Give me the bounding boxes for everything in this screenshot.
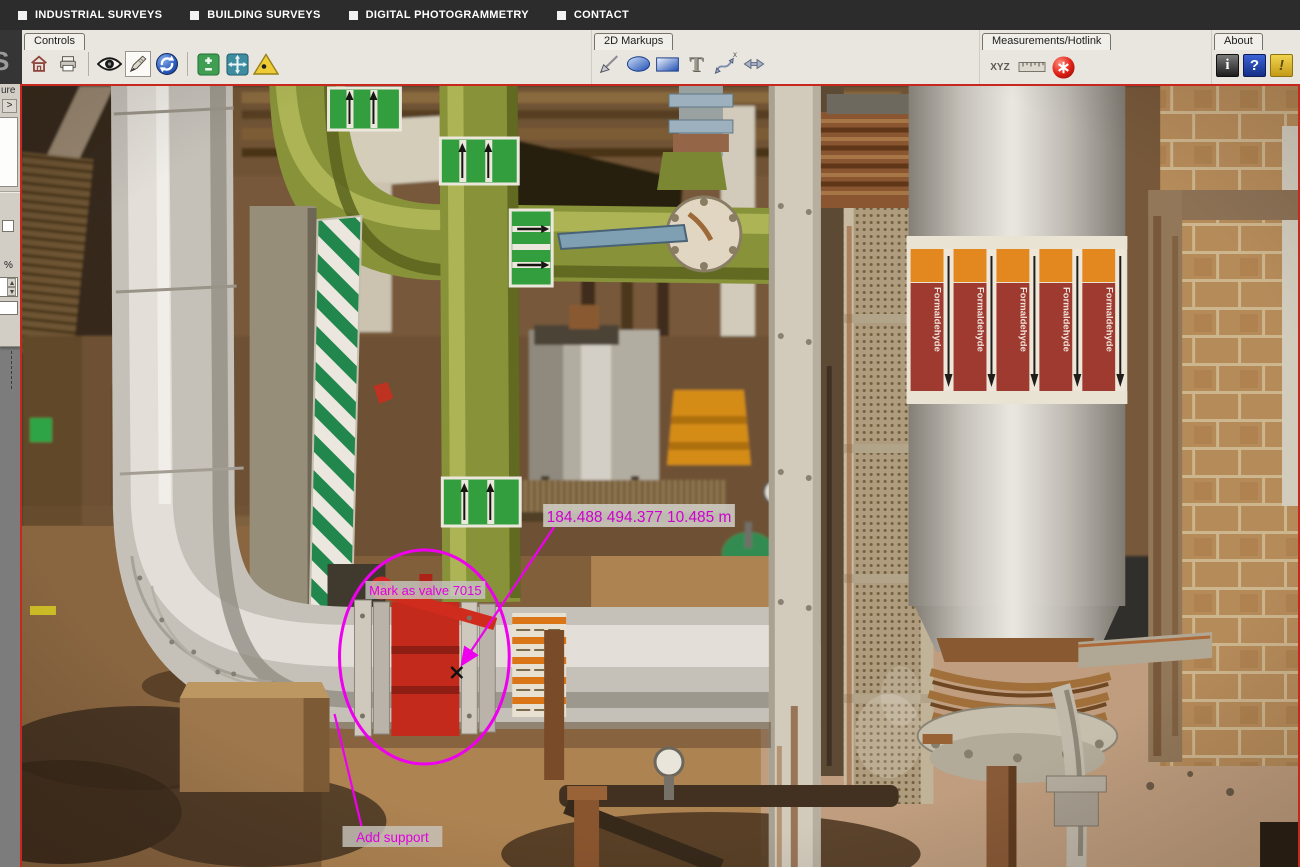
help-icon[interactable]: ? <box>1243 54 1266 77</box>
tab-measurements-hotlink[interactable]: Measurements/Hotlink <box>982 33 1111 50</box>
menu-item-contact[interactable]: CONTACT <box>557 9 629 21</box>
percent-label: % <box>4 260 13 271</box>
svg-text:184.488 494.377 10.485 m: 184.488 494.377 10.485 m <box>547 509 732 526</box>
pan-icon[interactable] <box>224 51 250 77</box>
menu-item-digital-photogrammetry[interactable]: DIGITAL PHOTOGRAMMETRY <box>349 9 529 21</box>
top-menu-bar: INDUSTRIAL SURVEYS BUILDING SURVEYS DIGI… <box>0 0 1300 30</box>
panorama-photo[interactable]: Formaldehyde Formaldehyde Formaldehyde F… <box>22 86 1298 867</box>
warning-triangle-icon[interactable] <box>253 51 279 77</box>
panorama-viewer[interactable]: Formaldehyde Formaldehyde Formaldehyde F… <box>20 84 1300 867</box>
panel-checkbox[interactable] <box>2 220 14 232</box>
draw-pencil-icon[interactable] <box>125 51 151 77</box>
freehand-measure-markup-icon[interactable]: x <box>712 51 738 77</box>
home-icon[interactable] <box>26 51 52 77</box>
hotspot-icon[interactable] <box>1050 54 1076 80</box>
panel-expand-button[interactable]: > <box>2 99 17 113</box>
zoom-icon[interactable] <box>195 51 221 77</box>
superscript-x: x <box>733 50 737 59</box>
tab-2d-markups[interactable]: 2D Markups <box>594 33 673 50</box>
menu-item-label: DIGITAL PHOTOGRAMMETRY <box>366 9 529 21</box>
measurements-icon-group: XYZ <box>986 54 1076 80</box>
annotation-support-label[interactable]: Add support <box>342 826 442 847</box>
tab-about[interactable]: About <box>1214 33 1263 50</box>
svg-text:Mark as valve 7015: Mark as valve 7015 <box>369 583 481 598</box>
menu-item-label: BUILDING SURVEYS <box>207 9 320 21</box>
stepper-up-icon[interactable] <box>7 278 16 287</box>
markups-icon-group: T x <box>596 51 767 77</box>
value-field[interactable] <box>0 301 18 315</box>
stepper-down-icon[interactable] <box>7 287 16 296</box>
rectangle-markup-icon[interactable] <box>654 51 680 77</box>
focus-dashed-line <box>11 351 12 389</box>
logo-fragment: S <box>0 30 22 84</box>
menu-item-label: CONTACT <box>574 9 629 21</box>
refresh-icon[interactable] <box>154 51 180 77</box>
svg-text:Add support: Add support <box>356 830 429 845</box>
menu-item-industrial-surveys[interactable]: INDUSTRIAL SURVEYS <box>18 9 162 21</box>
visibility-eye-icon[interactable] <box>96 51 122 77</box>
text-markup-icon[interactable]: T <box>683 51 709 77</box>
menu-bullet-icon <box>557 11 566 20</box>
xyz-coordinates-icon[interactable]: XYZ <box>986 54 1014 80</box>
link-markup-icon[interactable] <box>741 51 767 77</box>
menu-item-label: INDUSTRIAL SURVEYS <box>35 9 162 21</box>
annotation-valve-label[interactable]: Mark as valve 7015 <box>365 581 485 599</box>
menu-bullet-icon <box>18 11 27 20</box>
about-icon-group: i ? ! <box>1216 54 1293 77</box>
zoom-percent-stepper[interactable] <box>0 277 18 297</box>
left-panel-clipped: ure > % <box>0 84 20 867</box>
menu-item-building-surveys[interactable]: BUILDING SURVEYS <box>190 9 320 21</box>
tab-controls[interactable]: Controls <box>24 33 85 50</box>
thumbnail-list[interactable] <box>0 117 18 187</box>
arrow-markup-icon[interactable] <box>596 51 622 77</box>
controls-icon-group <box>26 51 279 77</box>
about-warning-icon[interactable]: ! <box>1270 54 1293 77</box>
print-icon[interactable] <box>55 51 81 77</box>
toolbar: S Controls 2D Markups Measurements/Hotli… <box>0 30 1300 84</box>
panel-title-fragment: ure <box>1 85 15 96</box>
annotation-coordinate-label[interactable]: 184.488 494.377 10.485 m <box>543 504 735 527</box>
menu-bullet-icon <box>190 11 199 20</box>
menu-bullet-icon <box>349 11 358 20</box>
ellipse-markup-icon[interactable] <box>625 51 651 77</box>
info-icon[interactable]: i <box>1216 54 1239 77</box>
ruler-icon[interactable] <box>1017 54 1047 80</box>
